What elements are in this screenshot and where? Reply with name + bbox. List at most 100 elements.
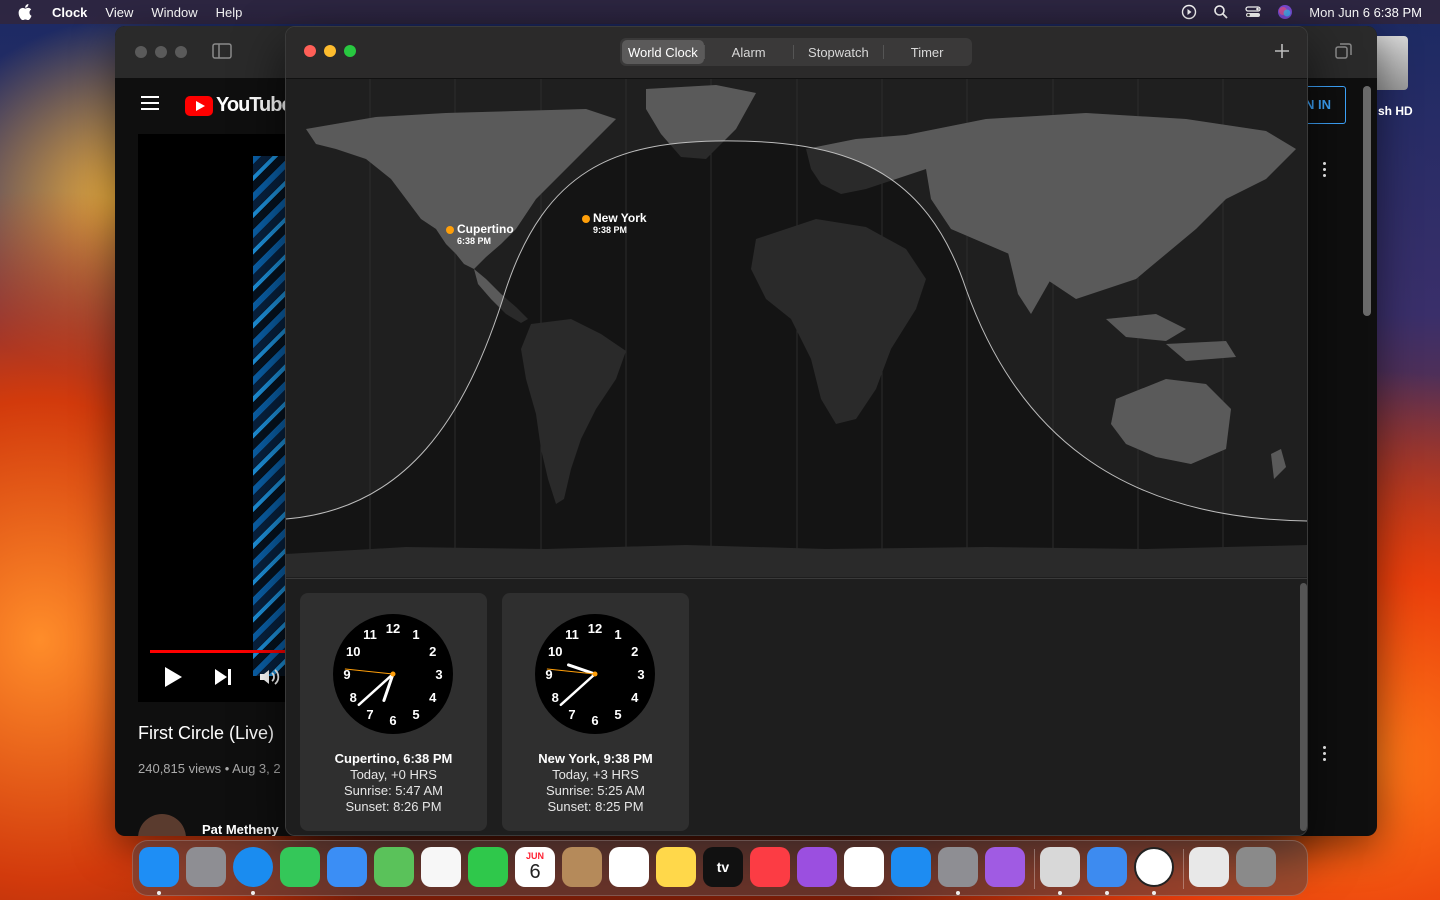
finder-icon[interactable] xyxy=(139,847,179,887)
clock-numeral: 1 xyxy=(412,627,419,642)
play-icon[interactable] xyxy=(163,666,183,688)
tab-timer[interactable]: Timer xyxy=(884,40,970,64)
hard-disk-icon[interactable] xyxy=(1372,36,1408,90)
contacts-icon[interactable] xyxy=(562,847,602,887)
podcasts-icon[interactable] xyxy=(797,847,837,887)
clock-card-title: Cupertino, 6:38 PM xyxy=(334,751,453,766)
clock-numeral: 11 xyxy=(565,627,579,642)
apple-menu-icon[interactable] xyxy=(18,4,32,20)
running-indicator xyxy=(1152,891,1156,895)
clock-numeral: 10 xyxy=(346,644,360,659)
clock-numeral: 8 xyxy=(552,690,559,705)
clock-card-cupertino[interactable]: 1 2 3 4 5 6 7 8 9 10 11 12 Cupertino, 6:38 PM Today… xyxy=(300,593,487,831)
calendar-day: 6 xyxy=(529,860,541,883)
clock-center-pin xyxy=(592,671,598,677)
browser-zoom-button[interactable] xyxy=(175,46,187,58)
sign-in-button[interactable]: N IN xyxy=(1305,86,1346,124)
clock-window: World Clock Alarm Stopwatch Timer Cupert… xyxy=(285,26,1308,836)
clock-numeral: 7 xyxy=(568,707,575,722)
clock-icon[interactable] xyxy=(1134,847,1174,887)
channel-avatar[interactable] xyxy=(138,814,186,836)
facetime-icon[interactable] xyxy=(468,847,508,887)
city-pin-new-york[interactable] xyxy=(582,215,590,223)
clock-card-sunset: Sunset: 8:25 PM xyxy=(547,799,644,814)
calendar-icon[interactable]: JUN 6 xyxy=(515,847,555,887)
menu-help[interactable]: Help xyxy=(216,5,243,20)
siri-icon[interactable] xyxy=(1277,4,1293,20)
play-circle-icon[interactable] xyxy=(1181,4,1197,20)
volume-icon[interactable] xyxy=(258,666,280,688)
city-pin-cupertino[interactable] xyxy=(446,226,454,234)
browser-close-button[interactable] xyxy=(135,46,147,58)
photos-icon[interactable] xyxy=(421,847,461,887)
browser-minimize-button[interactable] xyxy=(155,46,167,58)
launchpad-icon[interactable] xyxy=(186,847,226,887)
mail-icon[interactable] xyxy=(327,847,367,887)
menu-clock[interactable]: Clock xyxy=(52,5,87,20)
control-center-icon[interactable] xyxy=(1245,4,1261,20)
youtube-logo-text: YouTube xyxy=(216,94,293,116)
notes-icon[interactable] xyxy=(656,847,696,887)
tv-icon[interactable]: tv xyxy=(703,847,743,887)
clock-center-pin xyxy=(390,671,396,677)
safari-icon[interactable] xyxy=(233,847,273,887)
sidebar-toggle-icon[interactable] xyxy=(212,43,232,59)
zoom-button[interactable] xyxy=(344,45,356,57)
dock-separator xyxy=(1183,849,1184,889)
hard-disk-label[interactable]: sh HD xyxy=(1378,104,1413,118)
running-indicator xyxy=(1105,891,1109,895)
plus-icon[interactable] xyxy=(1273,42,1291,60)
video-player[interactable] xyxy=(138,134,288,702)
system-settings-icon[interactable] xyxy=(938,847,978,887)
channel-name[interactable]: Pat Metheny xyxy=(202,822,279,836)
world-map-graphic xyxy=(286,79,1307,577)
analog-clock-face: 1234567891011 12 xyxy=(333,614,453,734)
minimize-button[interactable] xyxy=(324,45,336,57)
news-icon[interactable] xyxy=(844,847,884,887)
trash-icon[interactable] xyxy=(1236,847,1276,887)
video-progress-bar[interactable] xyxy=(150,650,290,653)
clock-numeral: 7 xyxy=(366,707,373,722)
clock-card-sunrise: Sunrise: 5:47 AM xyxy=(344,783,443,798)
tab-world-clock[interactable]: World Clock xyxy=(622,40,704,64)
more-options-icon[interactable] xyxy=(1323,162,1327,180)
youtube-play-logo-icon xyxy=(185,95,213,116)
world-map[interactable]: Cupertino 6:38 PM New York 9:38 PM xyxy=(286,79,1307,577)
music-icon[interactable] xyxy=(750,847,790,887)
document-icon[interactable] xyxy=(1189,847,1229,887)
youtube-logo[interactable]: YouTube xyxy=(185,94,293,117)
clock-titlebar: World Clock Alarm Stopwatch Timer xyxy=(286,27,1307,79)
tab-alarm[interactable]: Alarm xyxy=(705,40,793,64)
clock-numeral: 6 xyxy=(389,713,396,728)
feedback-icon[interactable] xyxy=(985,847,1025,887)
maps-icon[interactable] xyxy=(374,847,414,887)
menu-view[interactable]: View xyxy=(105,5,133,20)
menu-window[interactable]: Window xyxy=(151,5,197,20)
analog-clock-face: 1234567891011 12 xyxy=(535,614,655,734)
clock-tab-bar: World Clock Alarm Stopwatch Timer xyxy=(620,38,972,66)
next-track-icon[interactable] xyxy=(213,666,233,688)
reminders-icon[interactable] xyxy=(609,847,649,887)
hamburger-menu-icon[interactable] xyxy=(141,96,159,110)
video-more-options-icon[interactable] xyxy=(1323,746,1327,764)
cards-scrollbar[interactable] xyxy=(1300,583,1307,831)
clock-card-new-york[interactable]: 1 2 3 4 5 6 7 8 9 10 11 12 New York, 9:38 PM Today,… xyxy=(502,593,689,831)
weather-icon[interactable] xyxy=(1087,847,1127,887)
close-button[interactable] xyxy=(304,45,316,57)
menubar-datetime[interactable]: Mon Jun 6 6:38 PM xyxy=(1309,5,1422,20)
clock-numeral: 10 xyxy=(548,644,562,659)
browser-scrollbar[interactable] xyxy=(1363,86,1371,316)
running-indicator xyxy=(251,891,255,895)
tab-stopwatch[interactable]: Stopwatch xyxy=(794,40,884,64)
search-icon[interactable] xyxy=(1213,4,1229,20)
clock-numeral: 3 xyxy=(435,667,442,682)
messages-icon[interactable] xyxy=(280,847,320,887)
scanner-icon[interactable] xyxy=(1040,847,1080,887)
map-label-cupertino: Cupertino 6:38 PM xyxy=(457,222,514,246)
clock-numeral: 12 xyxy=(386,621,400,636)
app-store-icon[interactable] xyxy=(891,847,931,887)
clock-numeral: 12 xyxy=(588,621,602,636)
clock-card-sunset: Sunset: 8:26 PM xyxy=(345,799,442,814)
menu-bar: Clock View Window Help Mon Jun 6 6:38 PM xyxy=(0,0,1440,24)
tab-overview-icon[interactable] xyxy=(1335,42,1353,60)
